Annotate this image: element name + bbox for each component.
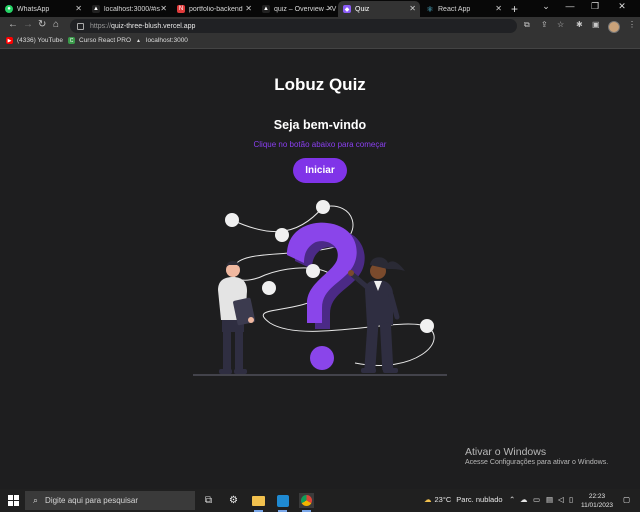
path-dot [316, 200, 330, 214]
home-icon[interactable]: ⌂ [53, 19, 59, 30]
path-dot [262, 281, 276, 295]
welcome-subtitle: Clique no botão abaixo para começar [253, 140, 387, 149]
close-icon[interactable]: ✕ [245, 4, 252, 13]
tab-strip: ● WhatsApp ✕ ▲ localhost:3000/#is ✕ N po… [0, 0, 640, 17]
page-title: Lobuz Quiz [274, 75, 366, 94]
weather-widget[interactable]: ☁ 23°C Parc. nublado [424, 495, 503, 504]
react-icon: ⚛ [426, 4, 434, 14]
triangle-icon: ▲ [262, 5, 270, 13]
search-icon: ⌕ [33, 495, 39, 505]
activate-windows-title: Ativar o Windows [465, 446, 547, 458]
network-icon[interactable]: ▤ [546, 495, 553, 504]
extensions-icon[interactable]: ✱ [576, 20, 583, 29]
tab-react-app[interactable]: ⚛ React App ✕ [421, 1, 506, 17]
settings-gear-icon[interactable]: ⚙ [226, 493, 241, 508]
start-button[interactable]: Iniciar [293, 158, 347, 183]
tab-quiz[interactable]: ◆ Quiz ✕ [338, 1, 420, 17]
bookmarks-bar: ▶ (4336) YouTube C Curso React PRO ▲ loc… [0, 35, 640, 49]
activate-windows-hint: Acesse Configurações para ativar o Windo… [465, 459, 609, 466]
star-icon[interactable]: ☆ [557, 20, 564, 29]
path-dot [420, 319, 434, 333]
taskbar-search-input[interactable]: ⌕ Digite aqui para pesquisar [25, 491, 195, 510]
triangle-icon: ▲ [92, 5, 100, 13]
new-tab-button[interactable]: + [511, 2, 518, 16]
bookmark-curso-react[interactable]: C Curso React PRO [68, 37, 131, 44]
bookmark-localhost[interactable]: ▲ localhost:3000 [135, 37, 188, 44]
address-bar[interactable]: https:// quiz-three-blush.vercel.app [70, 19, 517, 33]
notifications-icon[interactable]: ▢ [623, 495, 630, 504]
whatsapp-icon: ● [5, 5, 13, 13]
profile-avatar[interactable] [608, 21, 620, 33]
close-icon[interactable]: ✕ [409, 4, 416, 13]
quiz-illustration [193, 200, 447, 376]
triangle-icon: ▲ [135, 37, 142, 44]
path-dot [306, 264, 320, 278]
welcome-heading: Seja bem-vindo [273, 118, 367, 132]
tab-quiz-overview[interactable]: ▲ quiz – Overview – V ✕ [257, 1, 337, 17]
bookmark-label: localhost:3000 [146, 37, 188, 44]
minimize-button[interactable]: — [560, 1, 580, 11]
cloud-sun-icon: ☁ [424, 495, 432, 504]
lock-icon [77, 22, 84, 30]
path-dot [225, 213, 239, 227]
close-icon[interactable]: ✕ [495, 4, 502, 13]
back-icon[interactable]: ← [8, 19, 18, 30]
menu-icon[interactable]: ⋮ [628, 20, 636, 29]
forward-icon[interactable]: → [23, 19, 33, 30]
tab-search-icon[interactable]: ⌄ [536, 1, 556, 12]
sidepanel-icon[interactable]: ▣ [592, 20, 600, 29]
browser-toolbar: ← → ↻ ⌂ https:// quiz-three-blush.vercel… [0, 17, 640, 35]
nest-icon: N [177, 5, 185, 13]
display-icon[interactable]: ▭ [533, 495, 540, 504]
close-window-button[interactable]: ✕ [612, 1, 632, 12]
task-view-icon[interactable]: ⧉ [201, 493, 216, 508]
bookmark-label: Curso React PRO [79, 37, 132, 44]
bookmark-icon: C [68, 37, 75, 44]
tab-localhost[interactable]: ▲ localhost:3000/#is ✕ [87, 1, 171, 17]
url-host: quiz-three-blush.vercel.app [111, 22, 196, 30]
battery-icon[interactable]: ▯ [569, 495, 573, 504]
close-icon[interactable]: ✕ [75, 4, 82, 13]
quiz-icon: ◆ [343, 5, 351, 13]
chevron-up-icon[interactable]: ⌃ [509, 495, 515, 504]
weather-desc: Parc. nublado [456, 495, 503, 504]
close-icon[interactable]: ✕ [160, 4, 167, 13]
share-icon[interactable]: ⇪ [541, 20, 548, 29]
taskbar: ⌕ Digite aqui para pesquisar ⧉ ⚙ ☁ 23°C … [0, 489, 640, 512]
file-explorer-icon[interactable] [251, 493, 266, 512]
tab-portfolio-backend[interactable]: N portfolio-backend ✕ [172, 1, 256, 17]
bookmark-label: (4336) YouTube [17, 37, 64, 44]
clock-date: 11/01/2023 [581, 502, 614, 509]
url-protocol: https:// [90, 22, 112, 30]
chrome-icon[interactable] [299, 493, 314, 512]
path-dot [275, 228, 289, 242]
windows-start-icon[interactable] [8, 495, 19, 506]
cloud-icon[interactable]: ☁ [520, 495, 528, 504]
system-clock[interactable]: 22:23 11/01/2023 [581, 492, 613, 510]
volume-icon[interactable]: ◁ [558, 495, 564, 504]
person-left [218, 261, 256, 374]
reload-icon[interactable]: ↻ [38, 19, 46, 30]
search-placeholder: Digite aqui para pesquisar [45, 496, 138, 505]
vscode-icon[interactable] [275, 493, 290, 512]
clock-time: 22:23 [588, 493, 606, 500]
tab-whatsapp[interactable]: ● WhatsApp ✕ [0, 1, 86, 17]
question-mark [287, 222, 357, 323]
bookmark-youtube[interactable]: ▶ (4336) YouTube [6, 37, 63, 44]
youtube-icon: ▶ [6, 37, 13, 44]
question-dot [310, 346, 334, 370]
close-icon[interactable]: ✕ [326, 4, 333, 13]
translate-icon[interactable]: ⧉ [524, 20, 530, 30]
maximize-button[interactable]: ❐ [585, 1, 605, 12]
weather-temp: 23°C [434, 495, 452, 504]
